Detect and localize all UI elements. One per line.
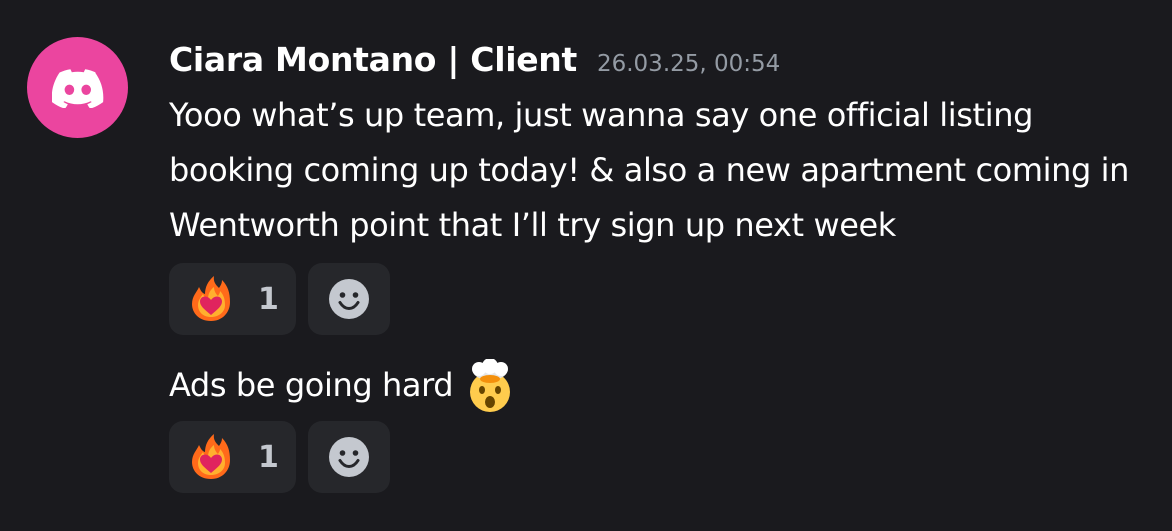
discord-logo-icon (51, 68, 103, 108)
message-header: Ciara Montano | Client 26.03.25, 00:54 (169, 40, 780, 79)
reaction-count: 1 (258, 439, 279, 475)
smiley-icon (329, 279, 369, 319)
message-text: Yooo what’s up team, just wanna say one … (169, 96, 1130, 244)
reaction-bar: 1 (169, 421, 390, 493)
message-timestamp[interactable]: 26.03.25, 00:54 (597, 51, 780, 77)
reaction-bar: 1 (169, 263, 390, 335)
add-reaction-button[interactable] (308, 263, 390, 335)
exploding-head-icon (463, 358, 517, 413)
smiley-icon (329, 437, 369, 477)
followup-text: Ads be going hard (169, 366, 454, 404)
author-name[interactable]: Ciara Montano | Client (169, 40, 577, 79)
fire-heart-icon (192, 276, 230, 321)
reaction-pill[interactable]: 1 (169, 263, 296, 335)
add-reaction-button[interactable] (308, 421, 390, 493)
fire-heart-icon (192, 434, 230, 479)
reaction-pill[interactable]: 1 (169, 421, 296, 493)
reaction-count: 1 (258, 281, 279, 317)
followup-message: Ads be going hard (169, 358, 769, 413)
avatar[interactable] (27, 37, 128, 138)
